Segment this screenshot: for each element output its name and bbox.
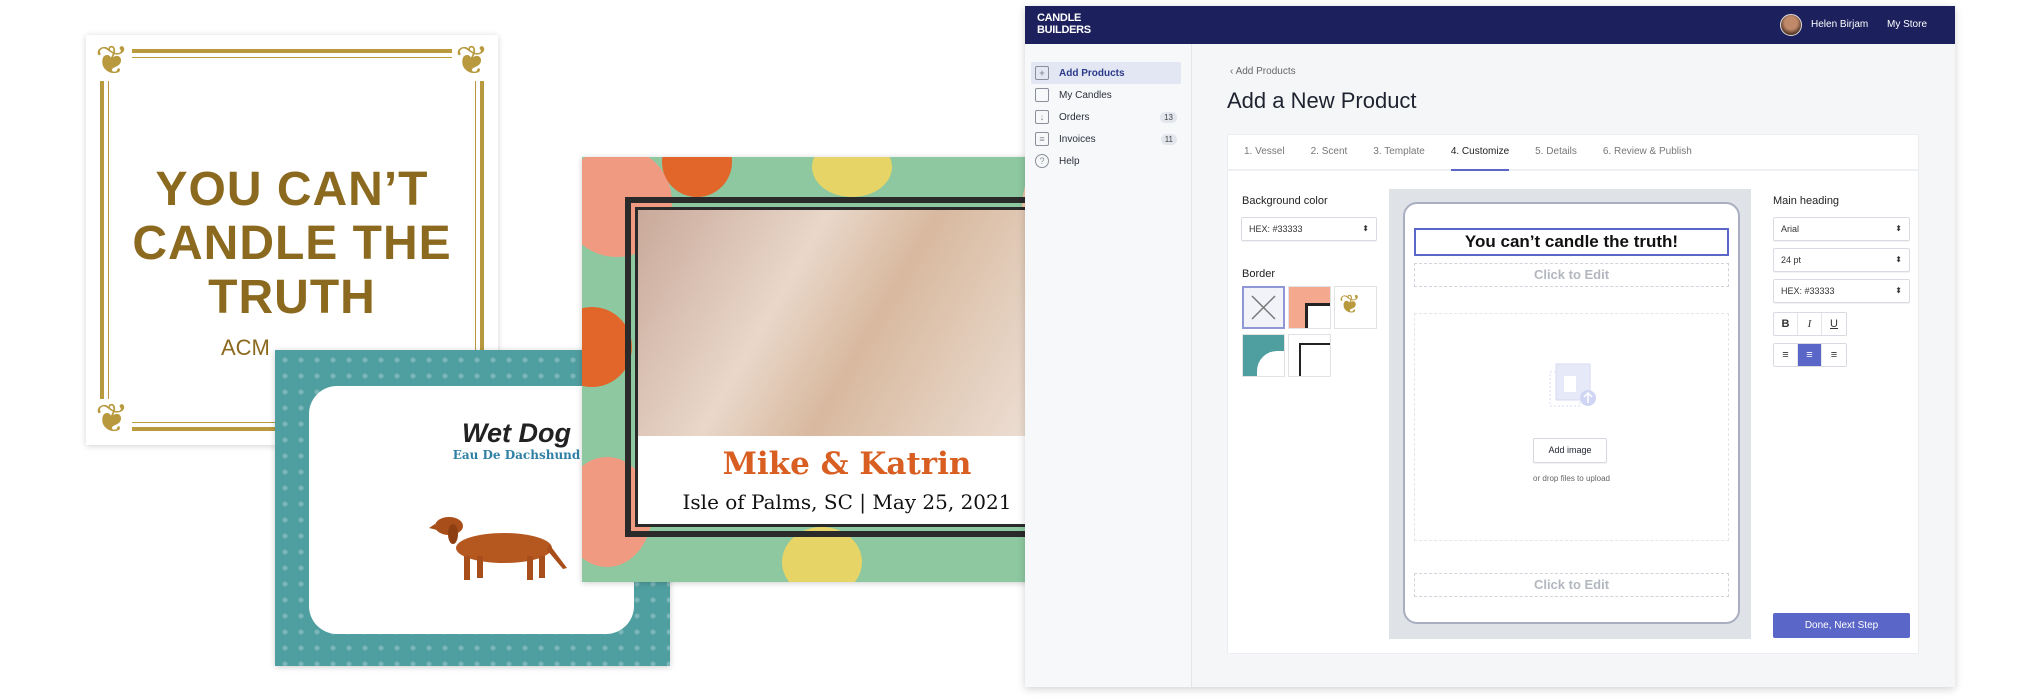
ornament-corner-icon: ❦	[92, 41, 132, 81]
close-icon	[1251, 295, 1276, 320]
sidebar: + Add Products My Candles ↓ Orders 13 ≡ Invo…	[1025, 44, 1192, 687]
logo[interactable]: CANDLE BUILDERS	[1037, 12, 1091, 36]
page-title: Add a New Product	[1227, 88, 1417, 113]
text-format-group: B I U	[1773, 312, 1847, 336]
font-size-select[interactable]: 24 pt ⬍	[1773, 248, 1910, 272]
text-color-select[interactable]: HEX: #33333 ⬍	[1773, 279, 1910, 303]
background-color-select[interactable]: HEX: #33333 ⬍	[1241, 217, 1377, 241]
floral-label-details: Isle of Palms, SC | May 25, 2021	[682, 490, 1012, 514]
select-arrows-icon: ⬍	[1362, 224, 1369, 233]
align-right-icon[interactable]: ≡	[1822, 344, 1846, 366]
align-center-icon[interactable]: ≡	[1798, 344, 1822, 366]
drop-hint: or drop files to upload	[1533, 474, 1610, 483]
underline-button[interactable]: U	[1822, 313, 1846, 335]
border-option-gold[interactable]: ❦	[1334, 286, 1377, 329]
image-dropzone[interactable]: Add image or drop files to upload	[1414, 313, 1729, 541]
inbox-icon: ↓	[1035, 110, 1049, 124]
floral-content: Mike & Katrin Isle of Palms, SC | May 25…	[635, 207, 1059, 527]
border-option-teal[interactable]	[1242, 334, 1285, 377]
help-icon: ?	[1035, 154, 1049, 168]
customize-panel: 1. Vessel 2. Scent 3. Template 4. Custom…	[1227, 134, 1919, 654]
border-option-none[interactable]	[1242, 286, 1285, 329]
text-align-group: ≡ ≡ ≡	[1773, 343, 1847, 367]
avatar[interactable]	[1780, 14, 1802, 36]
select-arrows-icon: ⬍	[1895, 255, 1902, 264]
sidebar-item-add-products[interactable]: + Add Products	[1031, 62, 1181, 84]
sidebar-item-help[interactable]: ? Help	[1031, 150, 1181, 172]
align-left-icon[interactable]: ≡	[1774, 344, 1798, 366]
select-arrows-icon: ⬍	[1895, 224, 1902, 233]
gold-label-footer: ACM	[221, 335, 270, 360]
add-product-icon: +	[1035, 66, 1049, 80]
tab-review-publish[interactable]: 6. Review & Publish	[1603, 135, 1692, 171]
main-heading-label: Main heading	[1773, 195, 1840, 207]
ornament-corner-icon: ❦	[92, 399, 132, 439]
sidebar-item-invoices[interactable]: ≡ Invoices 11	[1031, 128, 1181, 150]
my-store-menu[interactable]: My Store	[1887, 19, 1927, 30]
floral-label-names: Mike & Katrin	[722, 446, 972, 482]
orders-count-badge: 13	[1160, 111, 1177, 123]
border-option-line[interactable]	[1288, 334, 1331, 377]
sidebar-item-my-candles[interactable]: My Candles	[1031, 84, 1181, 106]
select-arrows-icon: ⬍	[1895, 286, 1902, 295]
tab-vessel[interactable]: 1. Vessel	[1244, 135, 1285, 171]
dachshund-image	[429, 517, 567, 580]
border-option-floral[interactable]	[1288, 286, 1331, 329]
step-tabs: 1. Vessel 2. Scent 3. Template 4. Custom…	[1228, 135, 1918, 171]
sidebar-item-orders[interactable]: ↓ Orders 13	[1031, 106, 1181, 128]
invoices-count-badge: 11	[1160, 133, 1177, 145]
subheading-click-to-edit[interactable]: Click to Edit	[1414, 263, 1729, 287]
candle-icon	[1035, 88, 1049, 102]
label-preview-area: You can’t candle the truth! Click to Edi…	[1389, 189, 1751, 639]
tab-customize[interactable]: 4. Customize	[1450, 135, 1510, 171]
couple-photo	[638, 210, 1056, 436]
font-family-select[interactable]: Arial ⬍	[1773, 217, 1910, 241]
invoice-icon: ≡	[1035, 132, 1049, 146]
image-upload-icon	[1549, 363, 1596, 407]
done-next-step-button[interactable]: Done, Next Step	[1773, 613, 1910, 638]
app-window: CANDLE BUILDERS Helen Birjam My Store + A…	[1025, 6, 1955, 687]
tab-template[interactable]: 3. Template	[1373, 135, 1425, 171]
ornament-corner-icon: ❦	[1339, 289, 1361, 319]
label-canvas: You can’t candle the truth! Click to Edi…	[1403, 202, 1740, 624]
top-bar: CANDLE BUILDERS Helen Birjam My Store	[1025, 6, 1955, 44]
italic-button[interactable]: I	[1798, 313, 1822, 335]
border-label: Border	[1242, 268, 1276, 280]
footer-click-to-edit[interactable]: Click to Edit	[1414, 573, 1729, 597]
background-color-label: Background color	[1242, 195, 1328, 207]
tab-details[interactable]: 5. Details	[1535, 135, 1577, 171]
tab-scent[interactable]: 2. Scent	[1311, 135, 1348, 171]
ornament-corner-icon: ❦	[452, 41, 492, 81]
add-image-button[interactable]: Add image	[1533, 438, 1607, 463]
gold-label-title: YOU CAN’T CANDLE THE TRUTH	[132, 163, 452, 324]
breadcrumb[interactable]: ‹ Add Products	[1230, 66, 1296, 77]
user-name[interactable]: Helen Birjam	[1811, 19, 1868, 30]
main-heading-field[interactable]: You can’t candle the truth!	[1414, 228, 1729, 256]
bold-button[interactable]: B	[1774, 313, 1798, 335]
